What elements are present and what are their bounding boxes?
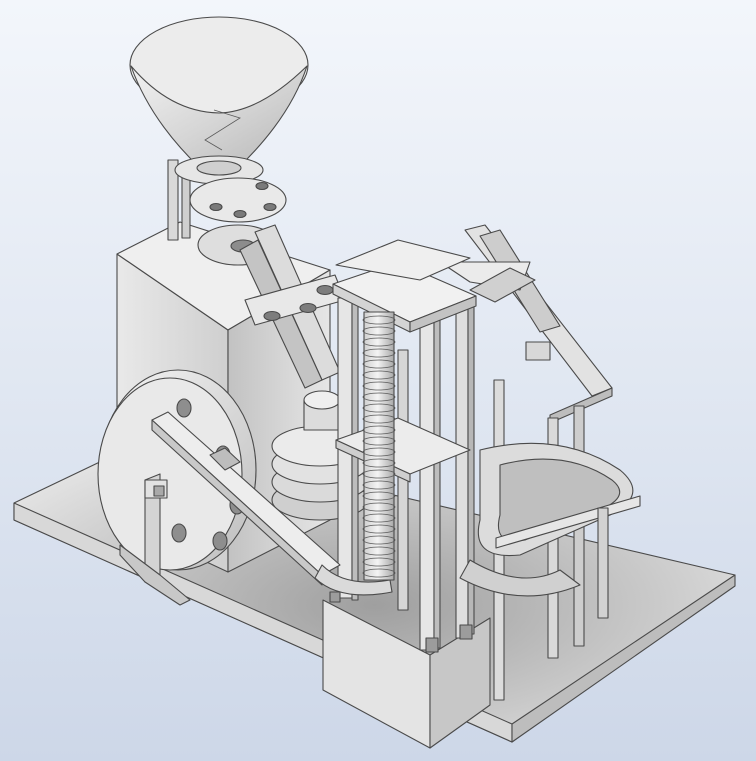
cad-viewport[interactable] (0, 0, 756, 761)
marble-machine-assembly (13, 16, 736, 749)
hopper-funnel (129, 16, 309, 185)
helical-screw (362, 311, 396, 581)
